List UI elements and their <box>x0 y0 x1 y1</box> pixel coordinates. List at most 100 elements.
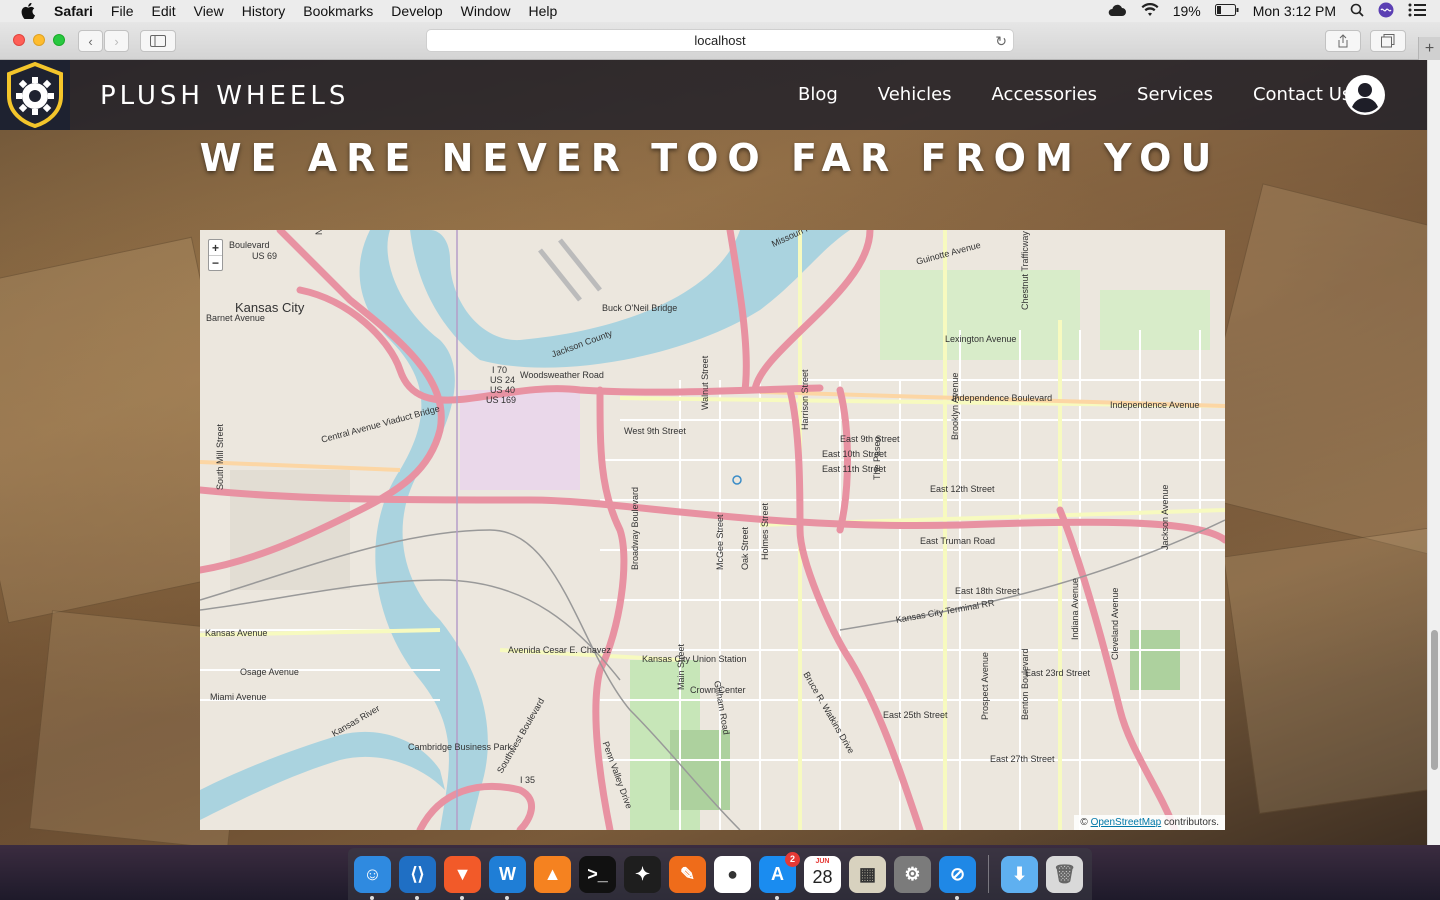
zoom-out-button[interactable]: − <box>209 255 222 270</box>
menu-help[interactable]: Help <box>528 3 557 19</box>
map-label: Broadway Boulevard <box>630 486 640 570</box>
terminal-icon[interactable]: >_ <box>579 855 616 893</box>
map-label: East 12th Street <box>930 484 995 494</box>
site-header: PLUSH WHEELS Blog Vehicles Accessories S… <box>0 60 1427 130</box>
figma-icon[interactable]: ✦ <box>624 855 661 893</box>
wordpress-app-icon[interactable]: W <box>489 855 526 900</box>
map-label: East 25th Street <box>883 710 948 720</box>
openstreetmap-link[interactable]: OpenStreetMap <box>1091 817 1162 828</box>
map-label: Kansas Avenue <box>205 628 268 638</box>
menu-bookmarks[interactable]: Bookmarks <box>303 3 373 19</box>
map-label: US 69 <box>252 251 278 261</box>
finder-icon[interactable]: ☺ <box>354 855 391 900</box>
location-map[interactable]: + − Kansas City Barnet Avenue Boulevard US … <box>200 230 1225 830</box>
map-label: East 18th Street <box>955 586 1020 596</box>
calendar-icon[interactable]: JUN 28 <box>804 855 841 893</box>
notes-app-icon[interactable]: ▦ <box>849 855 886 893</box>
brave-icon[interactable]: ▼ <box>444 855 481 900</box>
page-scrollbar[interactable] <box>1427 60 1440 845</box>
map-label: Benton Boulevard <box>1020 648 1030 720</box>
downloads-folder-icon[interactable]: ⬇ <box>1001 855 1038 893</box>
dock-separator <box>988 855 989 893</box>
map-label: East 9th Street <box>840 434 900 444</box>
pen-app-icon[interactable]: ✎ <box>669 855 706 893</box>
map-label: Barnet Avenue <box>206 313 265 323</box>
map-label: Boulevard <box>229 240 270 250</box>
safari-icon[interactable]: ⊘ <box>939 855 976 900</box>
clock[interactable]: Mon 3:12 PM <box>1253 3 1336 19</box>
map-label: Oak Street <box>740 526 750 570</box>
user-account-icon[interactable] <box>1345 75 1385 115</box>
map-label: Independence Avenue <box>1110 400 1200 410</box>
back-button[interactable]: ‹ <box>78 30 103 52</box>
map-label: Harrison Street <box>800 369 810 430</box>
map-label: Kansas City Union Station <box>642 654 747 664</box>
map-label: East Truman Road <box>920 536 996 546</box>
menu-history[interactable]: History <box>242 3 286 19</box>
shield-gear-icon <box>7 62 63 128</box>
sidebar-icon <box>150 35 166 47</box>
map-label: Avenida Cesar E. Chavez <box>508 645 611 655</box>
menu-file[interactable]: File <box>111 3 134 19</box>
map-label: Main Street <box>676 643 686 690</box>
nav-blog[interactable]: Blog <box>798 84 838 105</box>
nav-vehicles[interactable]: Vehicles <box>878 84 952 105</box>
apple-menu-icon[interactable] <box>17 3 39 19</box>
map-label: East 23rd Street <box>1025 668 1091 678</box>
share-button[interactable] <box>1325 30 1361 52</box>
site-logo[interactable] <box>0 60 70 130</box>
address-bar[interactable]: localhost ↻ <box>426 29 1014 52</box>
new-tab-button[interactable]: + <box>1418 37 1440 60</box>
window-maximize-button[interactable] <box>53 34 65 46</box>
url-text: localhost <box>694 33 746 48</box>
map-label: West 9th Street <box>624 426 686 436</box>
menu-develop[interactable]: Develop <box>391 3 442 19</box>
map-label: Independence Boulevard <box>952 393 1053 403</box>
brand-name[interactable]: PLUSH WHEELS <box>100 81 349 111</box>
map-attribution: © OpenStreetMap contributors. <box>1074 815 1225 830</box>
vlc-icon[interactable]: ▲ <box>534 855 571 893</box>
forward-button[interactable]: › <box>104 30 129 52</box>
nav-services[interactable]: Services <box>1137 84 1213 105</box>
map-tiles <box>200 230 1225 830</box>
map-label: East 27th Street <box>990 754 1055 764</box>
tabs-overview-button[interactable] <box>1370 30 1406 52</box>
battery-icon[interactable] <box>1214 3 1239 19</box>
trash-icon[interactable]: 🗑 <box>1046 855 1083 893</box>
menu-app-name[interactable]: Safari <box>54 3 93 19</box>
map-label: McGee Street <box>715 514 725 570</box>
web-page: PLUSH WHEELS Blog Vehicles Accessories S… <box>0 60 1427 845</box>
map-label: Brooklyn Avenue <box>950 372 960 440</box>
sidebar-toggle-button[interactable] <box>140 30 176 52</box>
nav-contact-us[interactable]: Contact Us <box>1253 84 1351 105</box>
map-label: US 169 <box>486 395 517 405</box>
window-close-button[interactable] <box>13 34 25 46</box>
vscode-icon[interactable]: ⟨⟩ <box>399 855 436 900</box>
zoom-in-button[interactable]: + <box>209 240 222 255</box>
scrollbar-thumb[interactable] <box>1431 630 1438 770</box>
wifi-icon[interactable] <box>1141 2 1159 20</box>
spotlight-search-icon[interactable] <box>1350 3 1364 20</box>
reload-icon[interactable]: ↻ <box>995 33 1007 50</box>
system-preferences-icon[interactable]: ⚙ <box>894 855 931 893</box>
map-label: Miami Avenue <box>210 692 267 702</box>
notification-center-icon[interactable] <box>1408 3 1426 20</box>
map-label: Prospect Avenue <box>980 652 990 720</box>
app-store-icon[interactable]: A2 <box>759 851 800 900</box>
menu-window[interactable]: Window <box>461 3 511 19</box>
share-icon <box>1338 34 1348 48</box>
nav-accessories[interactable]: Accessories <box>992 84 1098 105</box>
chevron-right-icon: › <box>114 33 119 49</box>
map-label: Chestnut Trafficway <box>1020 231 1030 310</box>
map-label: Buck O'Neil Bridge <box>602 303 678 313</box>
mongodb-compass-icon[interactable]: ● <box>714 855 751 893</box>
menu-edit[interactable]: Edit <box>151 3 175 19</box>
map-label: Lexington Avenue <box>945 334 1017 344</box>
window-minimize-button[interactable] <box>33 34 45 46</box>
siri-icon[interactable] <box>1378 2 1394 21</box>
menu-view[interactable]: View <box>194 3 224 19</box>
creative-cloud-icon[interactable] <box>1107 3 1127 20</box>
map-label: Jackson Avenue <box>1160 484 1170 550</box>
map-label: Indiana Avenue <box>1070 578 1080 640</box>
chevron-left-icon: ‹ <box>88 33 93 49</box>
